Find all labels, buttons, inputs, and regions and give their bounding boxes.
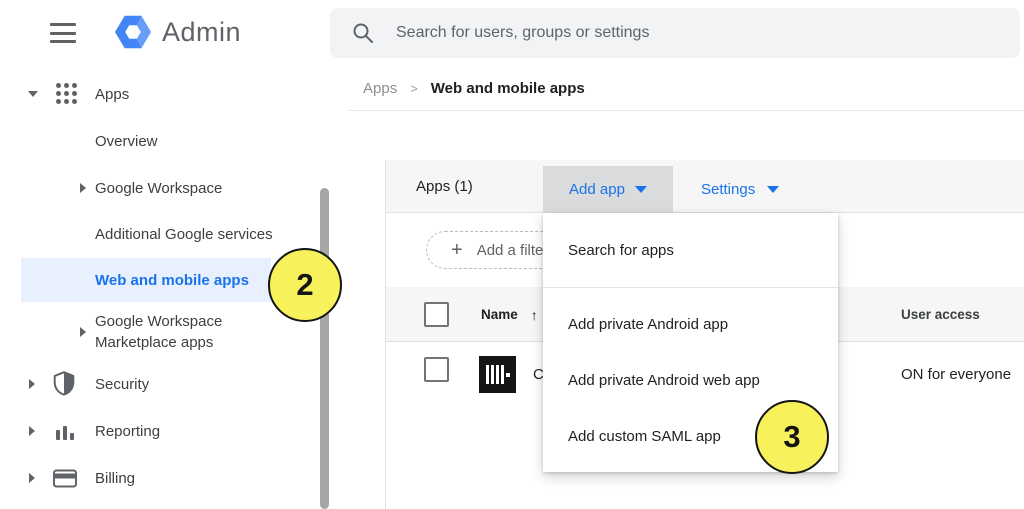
app-logo-icon: [479, 356, 516, 393]
hamburger-bar: [50, 23, 76, 26]
shield-icon: [53, 371, 75, 396]
caret-down-icon: [28, 91, 38, 97]
product-title: Admin: [162, 17, 241, 48]
sidebar-item-label: Apps: [95, 86, 129, 103]
hamburger-bar: [50, 32, 76, 35]
name-column-header[interactable]: Name ↑: [481, 287, 538, 342]
add-app-button[interactable]: Add app: [543, 166, 673, 213]
step-3-annotation: 3: [755, 400, 829, 474]
settings-button[interactable]: Settings: [691, 166, 789, 213]
settings-button-label: Settings: [701, 181, 755, 198]
bar-chart-icon: [55, 421, 75, 441]
sidebar-item-additional-google-services[interactable]: Additional Google services: [0, 222, 320, 246]
plus-icon: +: [451, 239, 463, 262]
sidebar-item-label: Billing: [95, 470, 135, 487]
breadcrumb-apps-link[interactable]: Apps: [363, 80, 397, 97]
sidebar-item-reporting[interactable]: Reporting: [0, 419, 320, 443]
sidebar-item-label: Overview: [95, 133, 158, 150]
name-column-label: Name: [481, 307, 518, 322]
sort-ascending-icon: ↑: [531, 307, 538, 323]
menu-item-add-private-android-app[interactable]: Add private Android app: [543, 296, 838, 352]
sidebar-item-apps[interactable]: Apps: [0, 82, 320, 106]
sidebar-item-label: Security: [95, 376, 149, 393]
breadcrumb: Apps > Web and mobile apps: [363, 80, 585, 97]
breadcrumb-current-page: Web and mobile apps: [431, 80, 585, 97]
global-search-bar: [330, 8, 1020, 58]
sidebar-item-security[interactable]: Security: [0, 372, 320, 396]
sidebar-item-web-and-mobile-apps[interactable]: Web and mobile apps: [21, 258, 271, 302]
user-access-column-label: User access: [901, 307, 980, 322]
caret-right-icon: [80, 327, 86, 337]
add-app-button-label: Add app: [569, 181, 625, 198]
caret-right-icon: [29, 473, 35, 483]
step-2-annotation: 2: [268, 248, 342, 322]
user-access-cell: ON for everyone: [901, 342, 1011, 407]
hamburger-bar: [50, 40, 76, 43]
caret-right-icon: [29, 379, 35, 389]
apps-toolbar: Apps (1) Add app Settings: [386, 160, 1024, 213]
sidebar-item-label: Google Workspace: [95, 180, 222, 197]
caret-right-icon: [80, 183, 86, 193]
sidebar-item-billing[interactable]: Billing: [0, 466, 320, 490]
google-admin-logo[interactable]: Admin: [114, 13, 241, 51]
row-checkbox[interactable]: [424, 357, 449, 382]
admin-console-screen: Admin Apps Overview Google Workspace Add…: [0, 0, 1024, 509]
caret-down-icon: [767, 186, 779, 193]
sidebar-item-label: Web and mobile apps: [95, 272, 249, 289]
sidebar-item-google-workspace[interactable]: Google Workspace: [0, 176, 320, 200]
sidebar-item-label: Reporting: [95, 423, 160, 440]
caret-right-icon: [29, 426, 35, 436]
header-divider: [348, 110, 1024, 111]
credit-card-icon: [53, 469, 77, 488]
apps-count-label: Apps (1): [416, 160, 473, 213]
add-filter-label: Add a filter: [477, 242, 549, 259]
search-input[interactable]: [330, 8, 1020, 58]
sidebar-item-marketplace-apps[interactable]: Google Workspace Marketplace apps: [0, 310, 320, 354]
caret-down-icon: [635, 186, 647, 193]
sidebar-item-label: Google Workspace Marketplace apps: [95, 311, 273, 353]
breadcrumb-separator: >: [410, 81, 418, 96]
sidebar-item-label: Additional Google services: [95, 226, 273, 243]
sidebar-item-overview[interactable]: Overview: [0, 129, 320, 153]
user-access-column-header[interactable]: User access: [901, 287, 980, 342]
admin-hexagon-icon: [114, 13, 152, 51]
apps-grid-icon: [56, 83, 77, 104]
hamburger-menu-button[interactable]: [50, 23, 76, 43]
sidebar-scrollbar[interactable]: [320, 188, 329, 509]
menu-item-search-for-apps[interactable]: Search for apps: [543, 213, 838, 287]
select-all-checkbox[interactable]: [424, 302, 449, 327]
